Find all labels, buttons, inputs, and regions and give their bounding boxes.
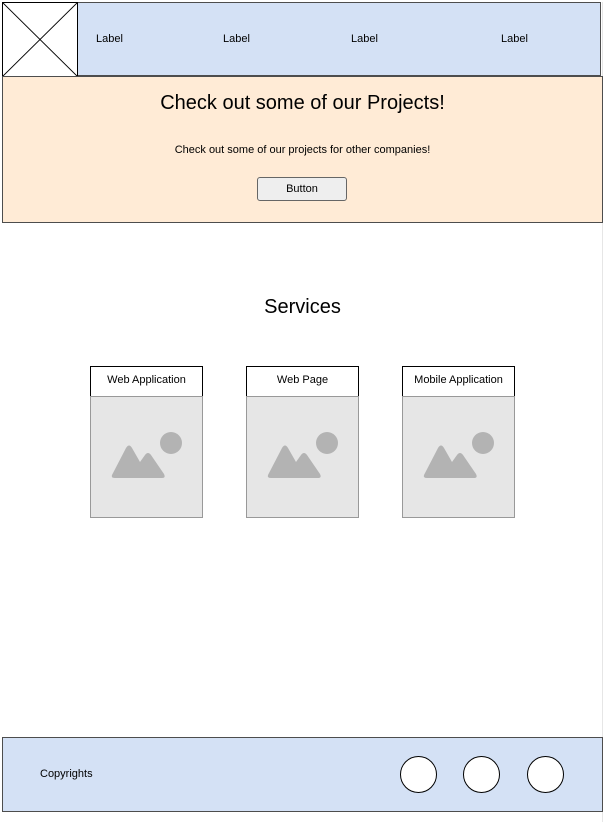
service-card-title: Web Page (246, 366, 359, 397)
nav-label-2[interactable]: Label (223, 33, 250, 46)
copyright-text: Copyrights (40, 768, 93, 780)
service-card-title: Web Application (90, 366, 203, 397)
services-title: Services (264, 296, 341, 318)
service-card-mobile-application[interactable]: Mobile Application (402, 366, 515, 518)
service-card-title: Mobile Application (402, 366, 515, 397)
nav-label-4[interactable]: Label (501, 33, 528, 46)
image-placeholder-icon (111, 432, 182, 478)
logo-placeholder-icon[interactable] (2, 2, 78, 77)
social-icon-2[interactable] (463, 756, 500, 793)
service-card-image (402, 396, 515, 518)
social-icon-3[interactable] (527, 756, 564, 793)
nav-label-3[interactable]: Label (351, 33, 378, 46)
image-placeholder-icon (423, 432, 494, 478)
hero-button[interactable]: Button (257, 177, 347, 201)
logo-cross-icon (3, 3, 77, 76)
social-icon-1[interactable] (400, 756, 437, 793)
service-card-image (90, 396, 203, 518)
service-card-web-page[interactable]: Web Page (246, 366, 359, 518)
hero-subtitle: Check out some of our projects for other… (174, 144, 431, 156)
image-placeholder-icon (267, 432, 338, 478)
service-card-web-application[interactable]: Web Application (90, 366, 203, 518)
service-card-image (246, 396, 359, 518)
hero-title: Check out some of our Projects! (160, 92, 445, 114)
nav-label-1[interactable]: Label (96, 33, 123, 46)
